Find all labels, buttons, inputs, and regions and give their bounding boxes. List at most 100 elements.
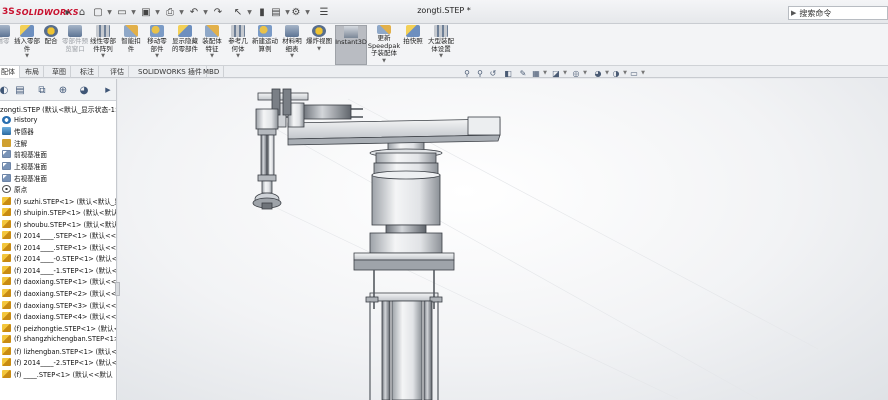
previous-view-icon[interactable]: ↺ (487, 67, 499, 79)
tree-item-component[interactable]: (f) peizhongtie.STEP<1> (默认<< (0, 322, 116, 334)
feature-tree-list: History 传感器 注解 前视基准面 上视基准面 右视基准面 原点 (f) … (0, 114, 117, 380)
tree-item-component[interactable]: (f) 2014____.STEP<1> (默认<<默 (0, 241, 116, 253)
update-speedpak-button[interactable]: 更新Speedpak子装配体 ▼ (368, 25, 400, 65)
edit-appearance-icon[interactable]: ◕ (592, 67, 604, 79)
tree-item-history[interactable]: History (0, 114, 116, 126)
feature-tree-tab-icon[interactable]: ◐ (0, 82, 12, 98)
graphics-viewport[interactable] (118, 79, 888, 400)
plane-icon (2, 161, 11, 170)
chevron-down-icon[interactable]: ▼ (562, 67, 568, 79)
tree-item-component[interactable]: (f) daoxiang.STEP<1> (默认<<默认 (0, 276, 116, 288)
tree-item-component[interactable]: (f) daoxiang.STEP<2> (默认<<默认 (0, 287, 117, 299)
section-view-icon[interactable]: ◧ (502, 67, 514, 79)
hide-show-items-icon[interactable]: ◎ (570, 67, 582, 79)
tree-item-component[interactable]: (f) shuipin.STEP<1> (默认<默认_显 (0, 206, 117, 218)
customize-icon[interactable]: ☰ (316, 4, 332, 20)
tree-item-component[interactable]: (f) 2014____.STEP<1> (默认<<默认 (0, 229, 117, 241)
exploded-view-button[interactable]: 爆炸视图 ▼ (306, 25, 332, 65)
tree-item-label: 注解 (14, 139, 28, 148)
panel-splitter-handle[interactable] (115, 282, 120, 296)
tree-item-annotations[interactable]: 注解 (0, 137, 116, 149)
tab-evaluate[interactable]: 评估 (106, 66, 129, 78)
search-commands-input[interactable]: ▶ 搜索命令 (788, 6, 888, 20)
take-snapshot-button[interactable]: 拍快照 (402, 25, 424, 65)
bill-of-materials-button[interactable]: 材料明细表 ▼ (280, 25, 304, 65)
zoom-to-fit-icon[interactable]: ⚲ (461, 67, 473, 79)
chevron-down-icon[interactable]: ▼ (582, 67, 588, 79)
chevron-down-icon[interactable]: ▼ (303, 4, 312, 20)
tree-item-front-plane[interactable]: 前视基准面 (0, 149, 116, 161)
undo-icon[interactable]: ↶ (186, 4, 202, 20)
tab-solidworks-addins[interactable]: SOLIDWORKS 插件 (134, 66, 207, 78)
assembly-model-view (252, 88, 819, 400)
chevron-down-icon[interactable]: ▼ (201, 4, 210, 20)
dimxpert-manager-tab-icon[interactable]: ⊕ (55, 82, 71, 98)
tree-item-origin[interactable]: 原点 (0, 183, 116, 195)
reference-geometry-button[interactable]: 参考几何体 ▼ (226, 25, 250, 65)
move-component-button[interactable]: 移动零部件 ▼ (145, 25, 169, 65)
display-manager-tab-icon[interactable]: ◕ (76, 82, 92, 98)
tree-item-component[interactable]: (f) suzhi.STEP<1> (默认<默认_显示 (0, 195, 116, 207)
chevron-down-icon[interactable]: ▼ (129, 4, 138, 20)
part-icon (2, 265, 11, 274)
apply-scene-icon[interactable]: ◑ (610, 67, 622, 79)
tree-item-top-plane[interactable]: 上视基准面 (0, 160, 116, 172)
tree-item-right-plane[interactable]: 右视基准面 (0, 172, 116, 184)
tree-item-component[interactable]: (f) 2014____-2.STEP<1> (默认<<默 (0, 356, 116, 368)
tree-item-component[interactable]: (f) lizhengban.STEP<1> (默认<<默 (0, 345, 116, 357)
tree-item-label: (f) shuipin.STEP<1> (默认<默认_显 (14, 209, 117, 218)
instant3d-button[interactable]: Instant3D (335, 25, 367, 65)
component-preview-button[interactable]: 零部件预览窗口 (60, 25, 90, 65)
linear-pattern-button[interactable]: 线性零部件阵列 ▼ (89, 25, 117, 65)
configuration-manager-tab-icon[interactable]: ⧉ (34, 82, 50, 98)
open-folder-icon[interactable]: ▭ (114, 4, 130, 20)
chevron-down-icon[interactable]: ▼ (245, 4, 254, 20)
insert-components-button[interactable]: 插入零部件 ▼ (14, 25, 40, 65)
mate-button[interactable]: 配合 (42, 25, 60, 65)
smart-fasteners-button[interactable]: 智能扣件 (120, 25, 142, 65)
file-properties-icon[interactable]: ▤ (268, 4, 284, 20)
new-document-icon[interactable]: ▢ (90, 4, 106, 20)
part-icon (2, 300, 11, 309)
large-assembly-settings-button[interactable]: 大型装配体设置 ▼ (426, 25, 456, 65)
chevron-down-icon[interactable]: ▼ (542, 67, 548, 79)
tree-item-component[interactable]: (f) 2014____-0.STEP<1> (默认<<默 (0, 253, 116, 265)
tree-item-label: (f) 2014____.STEP<1> (默认<<默认 (14, 232, 117, 241)
chevron-down-icon[interactable]: ▼ (153, 4, 162, 20)
tree-item-component[interactable]: (f) daoxiang.STEP<3> (默认<<默认 (0, 299, 116, 311)
property-manager-tab-icon[interactable]: ▤ (12, 82, 28, 98)
chevron-down-icon[interactable]: ▼ (640, 67, 646, 79)
chevron-down-icon[interactable]: ▼ (105, 4, 114, 20)
assembly-features-button[interactable]: 装配体特征 ▼ (200, 25, 224, 65)
tree-item-component[interactable]: (f) shoubu.STEP<1> (默认<默认_显 (0, 218, 116, 230)
dynamic-annotation-icon[interactable]: ✎ (517, 67, 529, 79)
redo-icon[interactable]: ↷ (210, 4, 226, 20)
options-gear-icon[interactable]: ⚙ (288, 4, 304, 20)
zoom-to-area-icon[interactable]: ⚲ (474, 67, 486, 79)
tab-markup[interactable]: 标注 (76, 66, 99, 78)
show-hidden-components-button[interactable]: 显示隐藏的零部件 (172, 25, 198, 65)
new-motion-study-button[interactable]: 新建运动算例 (252, 25, 278, 65)
tree-item-sensors[interactable]: 传感器 (0, 126, 116, 138)
edit-component-button[interactable]: 辑零 (0, 25, 12, 65)
tab-layout[interactable]: 布局 (21, 66, 44, 78)
chevron-right-icon[interactable]: ▶ (100, 82, 116, 98)
display-style-icon[interactable]: ◪ (550, 67, 562, 79)
tab-sketch[interactable]: 草图 (48, 66, 71, 78)
tab-mbd[interactable]: MBD (199, 66, 225, 78)
view-orientation-icon[interactable]: ▦ (530, 67, 542, 79)
home-icon[interactable]: ⌂ (74, 4, 90, 20)
chevron-down-icon[interactable]: ▼ (177, 4, 186, 20)
tree-item-component[interactable]: (f) shangzhichengban.STEP<1> ( (0, 333, 116, 345)
print-icon[interactable]: ⎙ (162, 4, 178, 20)
tree-item-label: (f) daoxiang.STEP<2> (默认<<默认 (14, 289, 117, 298)
tree-item-component[interactable]: (f) ____.STEP<1> (默认<<默认 (0, 368, 116, 380)
tree-root-assembly[interactable]: zongti.STEP (默认<默认_显示状态-1>) (0, 103, 116, 114)
tab-assembly[interactable]: 配体 (0, 66, 20, 78)
select-cursor-icon[interactable]: ↖ (230, 4, 246, 20)
tree-item-label: History (14, 115, 38, 124)
save-icon[interactable]: ▣ (138, 4, 154, 20)
tree-item-component[interactable]: (f) daoxiang.STEP<4> (默认<<默认 (0, 310, 116, 322)
tree-item-component[interactable]: (f) 2014____-1.STEP<1> (默认<<默 (0, 264, 116, 276)
view-settings-monitor-icon[interactable]: ▭ (628, 67, 640, 79)
